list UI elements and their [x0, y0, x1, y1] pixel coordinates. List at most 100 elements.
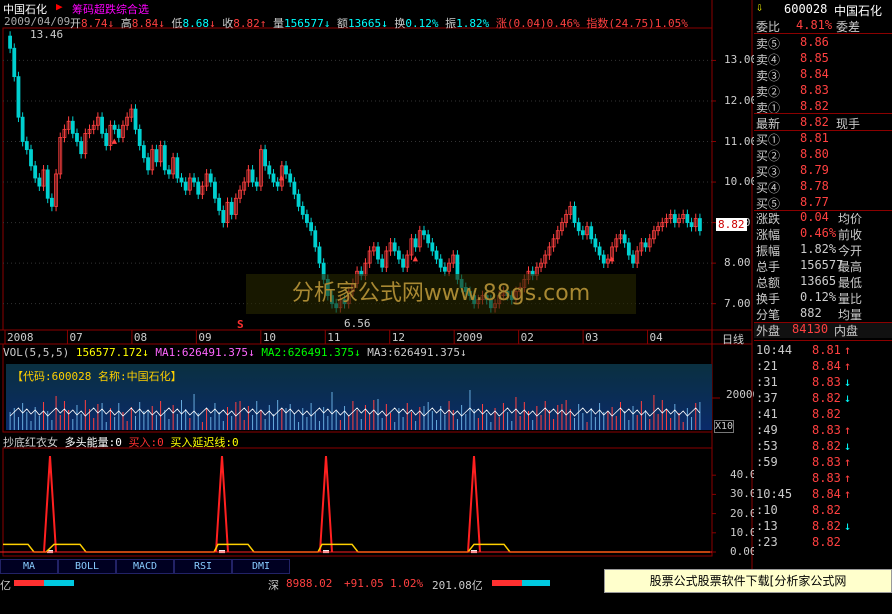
tick-row: :41 8.82 [756, 407, 841, 421]
ohlc-line: 开8.74↓ 高8.84↓ 低8.68↓ 收8.82↑ 量156577↓ 额13… [70, 17, 688, 30]
watermark: 分析家公式网www.88gs.com [246, 274, 636, 314]
tick-row: :37 8.82 ↓ [756, 391, 852, 405]
price-tick-label: 10.00 [724, 175, 758, 189]
buy-level: 买④ 8.78 [756, 179, 829, 195]
quote-name: 中国石化 [834, 4, 883, 18]
candle-body [179, 177, 184, 183]
tab-dmi[interactable]: DMI [232, 559, 290, 574]
tick-row: :10 8.82 [756, 503, 841, 517]
buy-marker: ▲ [279, 173, 285, 183]
candle-body [305, 214, 309, 223]
candle-body [288, 173, 293, 183]
buy-spike [319, 455, 333, 553]
candle-body [221, 210, 226, 223]
price-tick-label: 12.00 [724, 93, 758, 107]
buy-marker: ▲ [112, 137, 118, 147]
candle-body [254, 181, 259, 187]
buy-spike [43, 455, 57, 553]
panel-separator [754, 340, 892, 341]
panel-separator [754, 113, 892, 114]
candle-body [376, 246, 380, 260]
candle-body [643, 242, 648, 248]
delay-line [3, 543, 710, 553]
candle-body [685, 214, 690, 223]
candle-body [20, 116, 25, 142]
tab-rsi[interactable]: RSI [174, 559, 232, 574]
candle-body [426, 234, 431, 244]
shen-index: 8988.02 [286, 577, 333, 590]
candle-body [672, 214, 677, 223]
candle-body [422, 230, 426, 236]
candle-body [112, 124, 117, 130]
candle-body [300, 205, 305, 215]
candle-body [8, 35, 12, 49]
price-tick-label: 13.00 [724, 53, 758, 67]
vol-header: VOL(5,5,5) 156577.172↓ MA1:626491.375↓ M… [3, 346, 467, 359]
candle-body [380, 258, 385, 268]
period-label[interactable]: 日线 [722, 331, 744, 347]
candle-body [137, 128, 142, 146]
tick-row: :53 8.82 ↓ [756, 439, 852, 453]
time-tick-label: 07 [69, 331, 83, 344]
panel-separator [754, 210, 892, 211]
ad-banner[interactable]: 股票公式股票软件下载[分析家公式网www.88gs.com] [604, 569, 892, 610]
candle-body [217, 197, 222, 211]
sell-level: 卖② 8.83 [756, 83, 829, 99]
candle-body [589, 226, 594, 240]
indicator-header: 抄底红衣女 多头能量:0 买入:0 买入延迟线:0 [3, 436, 239, 449]
candle-body [263, 149, 268, 167]
time-tick-label: 08 [133, 331, 148, 344]
time-tick-label: 02 [520, 331, 534, 344]
candle-body [392, 242, 397, 252]
candle-body [154, 149, 159, 163]
candle-body [192, 177, 196, 183]
candle-body [37, 177, 42, 187]
candle-body [401, 258, 405, 268]
time-tick-label: 09 [198, 331, 212, 344]
current-price-tag: 8.82 [716, 218, 747, 231]
candle-body [16, 76, 21, 118]
sell-level: 卖③ 8.84 [756, 67, 829, 83]
candle-body [175, 157, 180, 179]
candle-body [296, 193, 301, 207]
tick-row: :59 8.83 ↑ [756, 455, 852, 469]
vol-inner-label: 【代码:600028 名称:中国石化】 [12, 370, 182, 383]
candle-body [580, 230, 585, 236]
vol-unit-label: X10 [714, 420, 735, 433]
candle-body [292, 181, 297, 195]
candle-body [572, 205, 577, 223]
candle-body [196, 181, 201, 195]
candle-body [309, 222, 314, 232]
weibi-value: 4.81% [796, 18, 833, 32]
candle-body [698, 218, 702, 232]
buy-level: 买① 8.81 [756, 131, 829, 147]
time-tick-label: 03 [585, 331, 599, 344]
tick-row: 8.83 ↑ [812, 471, 852, 485]
time-tick-label: 11 [327, 331, 341, 344]
price-tick-label: 8.00 [724, 256, 751, 270]
buy-level: 买③ 8.79 [756, 163, 829, 179]
panel-separator [754, 130, 892, 131]
candle-body [626, 242, 631, 256]
time-tick-label: 10 [262, 331, 277, 344]
price-tick-label: 11.00 [724, 134, 758, 148]
play-icon[interactable]: ▶ [56, 0, 63, 13]
candle-body [413, 238, 418, 248]
time-tick-label: 04 [649, 331, 663, 344]
panel-separator [754, 33, 892, 34]
price-tick-label: 7.00 [724, 296, 751, 310]
stat-row: 涨跌 0.04 均价 [756, 210, 863, 226]
stat-row: 涨幅 0.46% 前收 [756, 226, 863, 242]
tab-boll[interactable]: BOLL [58, 559, 116, 574]
candle-body [267, 165, 272, 175]
stat-row: 总额 13665 最低 [756, 274, 863, 290]
ind-tick-label: 0.00 [730, 545, 757, 558]
candle-body [49, 197, 54, 207]
candle-body [24, 141, 29, 151]
candle-body [100, 116, 104, 134]
tab-ma[interactable]: MA [0, 559, 58, 574]
tab-macd[interactable]: MACD [116, 559, 174, 574]
candle-body [689, 222, 694, 228]
time-tick-label: 12 [391, 331, 405, 344]
candle-body [213, 181, 217, 199]
